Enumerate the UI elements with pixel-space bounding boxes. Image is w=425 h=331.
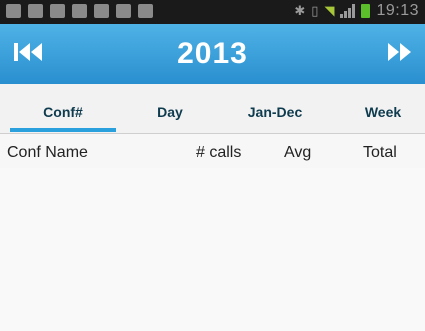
column-header-calls[interactable]: # calls — [196, 144, 241, 162]
active-tab-indicator — [10, 128, 116, 132]
tab-conf[interactable]: Conf# — [10, 84, 116, 133]
column-header-conf-name[interactable]: Conf Name — [7, 144, 88, 162]
column-header-total[interactable]: Total — [363, 144, 397, 162]
tab-week[interactable]: Week — [330, 84, 425, 133]
status-notification-icons — [6, 4, 153, 18]
tab-day[interactable]: Day — [117, 84, 223, 133]
usb-icon — [116, 4, 131, 18]
notification-icon — [72, 4, 87, 18]
sync-icon — [138, 4, 153, 18]
fast-forward-icon — [388, 43, 411, 61]
tab-bar: Conf# Day Jan-Dec Week — [0, 84, 425, 134]
year-header: 2013 — [0, 24, 425, 84]
conference-list — [0, 168, 425, 331]
status-bar: ✱ ▯ ◥ 19:13 — [0, 0, 425, 24]
signal-icon — [340, 4, 356, 18]
table-header: Conf Name # calls Avg Total — [0, 134, 425, 168]
notification-icon — [28, 4, 43, 18]
bluetooth-icon: ✱ — [294, 3, 306, 19]
battery-icon — [361, 4, 371, 18]
notification-icon — [50, 4, 65, 18]
column-header-avg[interactable]: Avg — [284, 144, 311, 162]
next-year-button[interactable] — [387, 41, 413, 68]
tab-jan-dec[interactable]: Jan-Dec — [222, 84, 328, 133]
status-system-icons: ✱ ▯ ◥ 19:13 — [294, 2, 419, 20]
notification-icon — [6, 4, 21, 18]
wifi-icon: ◥ — [324, 3, 335, 19]
notification-icon — [94, 4, 109, 18]
status-time: 19:13 — [376, 2, 419, 19]
vibrate-icon: ▯ — [311, 3, 319, 19]
year-title: 2013 — [177, 37, 248, 70]
